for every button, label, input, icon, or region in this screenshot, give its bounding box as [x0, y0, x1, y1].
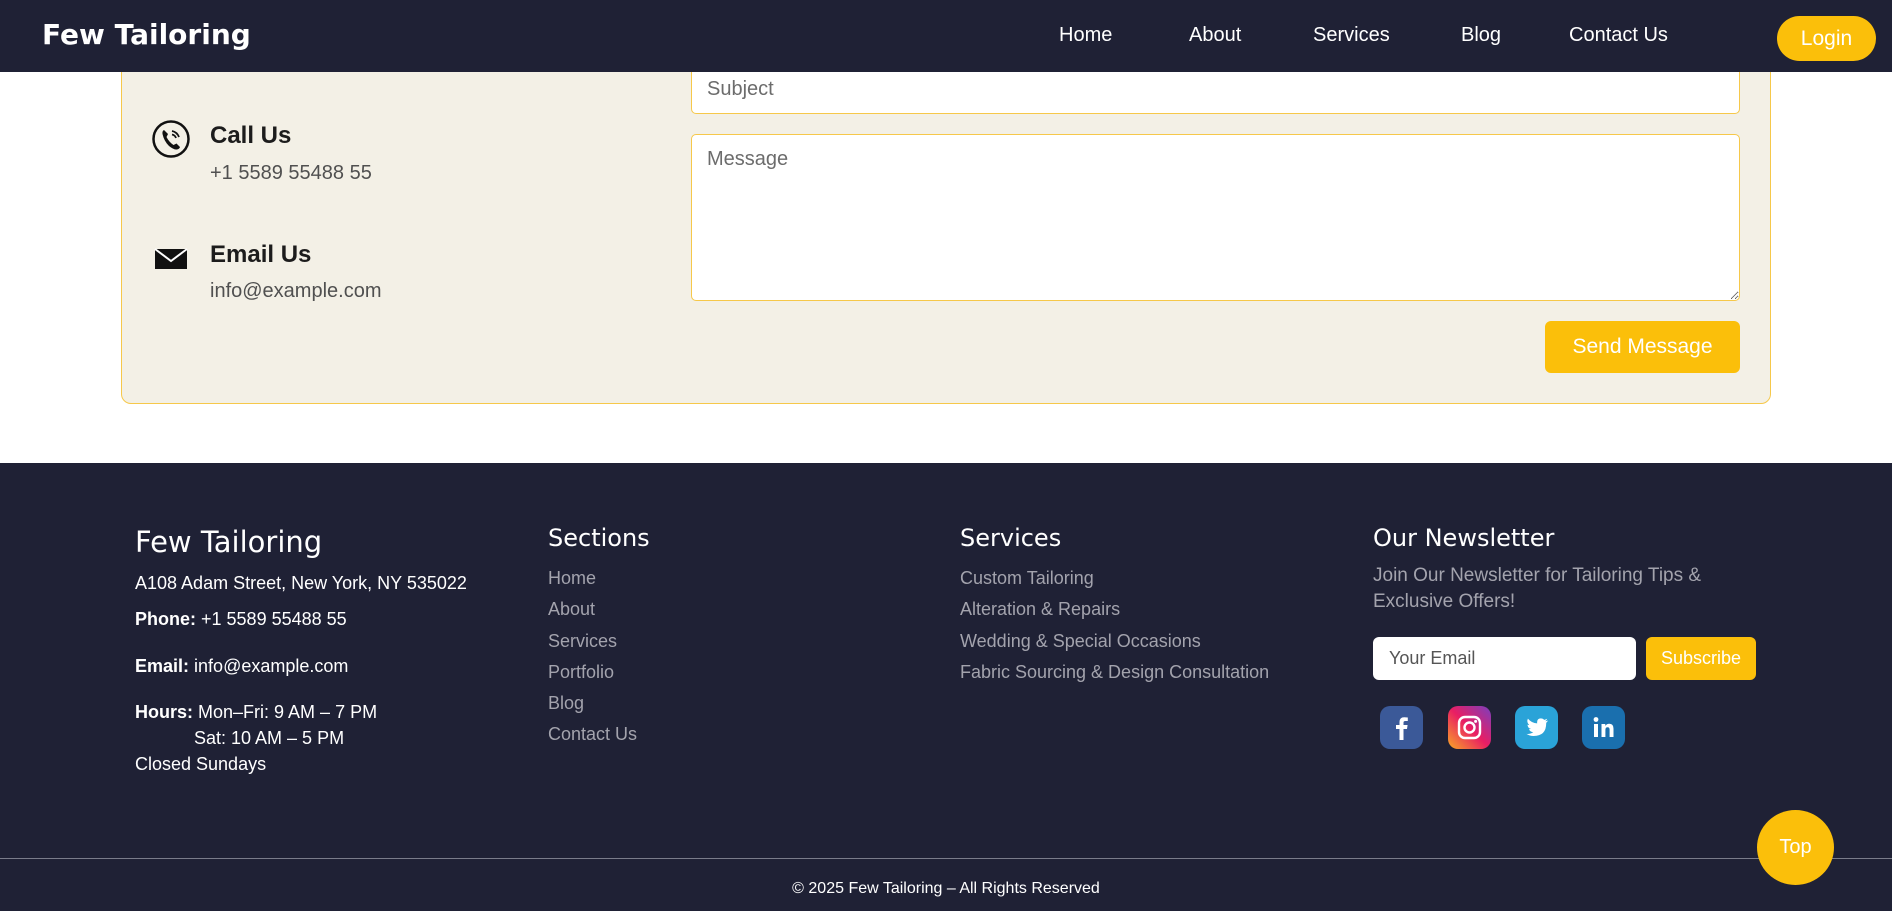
call-us-value: +1 5589 55488 55	[210, 162, 372, 184]
newsletter-text: Join Our Newsletter for Tailoring Tips &…	[1373, 565, 1702, 612]
facebook-icon[interactable]	[1380, 706, 1423, 749]
subscribe-button[interactable]: Subscribe	[1646, 637, 1756, 680]
footer-link-portfolio[interactable]: Portfolio	[548, 662, 614, 683]
footer-hours-label: Hours:	[135, 702, 193, 722]
brand-logo[interactable]: Few Tailoring	[42, 18, 251, 51]
phone-icon	[151, 119, 191, 159]
footer-email-label: Email:	[135, 656, 190, 676]
footer-phone-value: +1 5589 55488 55	[201, 609, 347, 629]
services-heading: Services	[960, 524, 1062, 552]
twitter-icon[interactable]	[1515, 706, 1558, 749]
footer-divider	[0, 858, 1892, 859]
copyright-text: © 2025 Few Tailoring – All Rights Reserv…	[792, 880, 1100, 897]
message-field[interactable]	[691, 134, 1740, 301]
email-us-value: info@example.com	[210, 280, 382, 302]
footer-brand: Few Tailoring	[135, 525, 323, 559]
linkedin-icon[interactable]	[1582, 706, 1625, 749]
footer-hours: Hours: Mon–Fri: 9 AM – 7 PM	[135, 702, 377, 723]
footer-hours-sunday: Closed Sundays	[135, 754, 267, 774]
nav-link-home[interactable]: Home	[1059, 24, 1112, 47]
back-to-top-button[interactable]: Top	[1757, 810, 1834, 885]
login-button[interactable]: Login	[1777, 16, 1876, 61]
footer-link-blog[interactable]: Blog	[548, 693, 584, 714]
footer-link-contact[interactable]: Contact Us	[548, 724, 637, 745]
footer-hours-saturday: Sat: 10 AM – 5 PM	[194, 728, 345, 748]
contact-card: Call Us +1 5589 55488 55 Email Us info@e…	[121, 40, 1771, 404]
call-us-title: Call Us	[210, 122, 292, 149]
footer-link-services[interactable]: Services	[548, 631, 617, 652]
sections-heading: Sections	[548, 524, 650, 552]
nav-link-contact[interactable]: Contact Us	[1569, 24, 1668, 47]
nav-link-blog[interactable]: Blog	[1461, 24, 1501, 47]
footer-email: Email: info@example.com	[135, 656, 348, 677]
footer-link-home[interactable]: Home	[548, 568, 596, 589]
footer-link-about[interactable]: About	[548, 599, 595, 620]
footer: Few Tailoring A108 Adam Street, New York…	[0, 463, 1892, 911]
newsletter-email-input[interactable]	[1373, 637, 1636, 680]
footer-hours-weekdays: Mon–Fri: 9 AM – 7 PM	[198, 702, 378, 722]
newsletter-heading: Our Newsletter	[1373, 524, 1555, 552]
subject-field[interactable]	[691, 65, 1740, 114]
footer-address: A108 Adam Street, New York, NY 535022	[135, 573, 467, 593]
footer-phone: Phone: +1 5589 55488 55	[135, 609, 347, 630]
nav-link-services[interactable]: Services	[1313, 24, 1390, 47]
send-message-button[interactable]: Send Message	[1545, 321, 1740, 373]
service-link-fabric[interactable]: Fabric Sourcing & Design Consultation	[960, 662, 1269, 683]
instagram-icon[interactable]	[1448, 706, 1491, 749]
envelope-icon	[151, 239, 191, 279]
footer-phone-label: Phone:	[135, 609, 196, 629]
service-link-wedding[interactable]: Wedding & Special Occasions	[960, 631, 1201, 652]
email-us-title: Email Us	[210, 241, 312, 268]
service-link-alteration[interactable]: Alteration & Repairs	[960, 599, 1120, 620]
nav-link-about[interactable]: About	[1189, 24, 1241, 47]
navbar: Few Tailoring Home About Services Blog C…	[0, 0, 1892, 72]
service-link-custom-tailoring[interactable]: Custom Tailoring	[960, 568, 1094, 589]
footer-email-value: info@example.com	[194, 656, 349, 676]
